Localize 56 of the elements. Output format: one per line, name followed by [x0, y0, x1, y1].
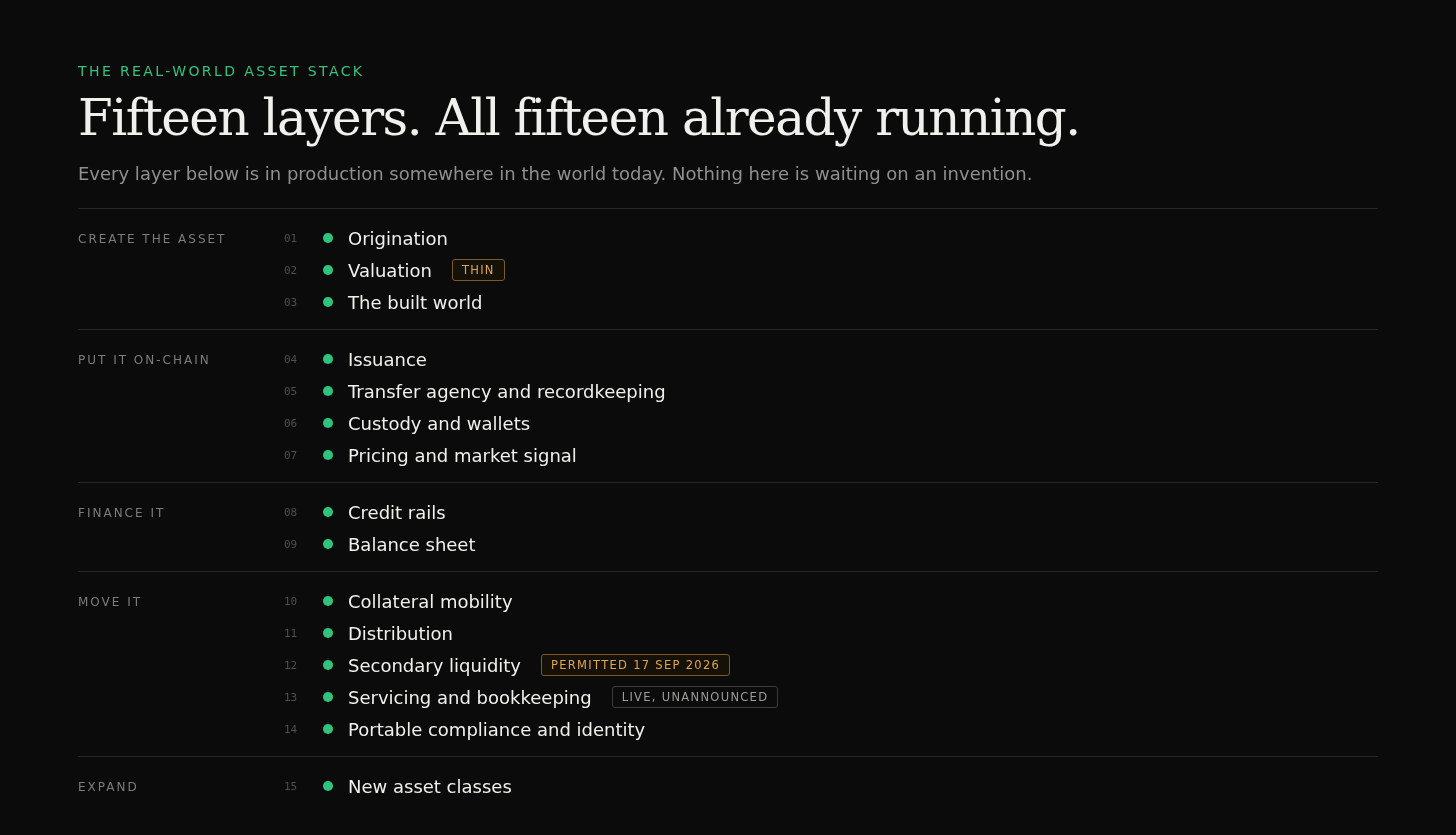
status-dot-icon: [323, 386, 333, 396]
group-label: EXPAND: [78, 779, 140, 796]
group-label: CREATE THE ASSET: [78, 231, 228, 248]
layer-number: 05: [284, 384, 299, 398]
layer-number: 07: [284, 448, 299, 462]
layer-name: Valuation: [348, 259, 432, 281]
status-dot-icon: [323, 297, 333, 307]
layer-number: 15: [284, 779, 299, 793]
layer-number: 06: [284, 416, 299, 430]
layer-number: 14: [284, 722, 299, 736]
layer-name: Credit rails: [348, 501, 446, 523]
status-dot-icon: [323, 233, 333, 243]
page-title: Fifteen layers. All fifteen already running.: [78, 88, 1081, 148]
layer-name: Distribution: [348, 622, 453, 644]
layer-number: 02: [284, 263, 299, 277]
status-dot-icon: [323, 418, 333, 428]
layer-number: 01: [284, 231, 299, 245]
layer-name: Transfer agency and recordkeeping: [348, 380, 666, 402]
layer-number: 10: [284, 594, 299, 608]
status-dot-icon: [323, 539, 333, 549]
layer-name: Secondary liquidity: [348, 654, 522, 676]
group-label: MOVE IT: [78, 594, 144, 611]
status-tag: PERMITTED 17 SEP 2026: [541, 654, 731, 676]
layer-number: 12: [284, 658, 299, 672]
status-dot-icon: [323, 724, 333, 734]
status-tag: LIVE, UNANNOUNCED: [611, 686, 779, 708]
layer-name: Servicing and bookkeeping: [348, 686, 592, 708]
layer-name: Pricing and market signal: [348, 444, 577, 466]
layer-name: The built world: [348, 291, 483, 313]
status-dot-icon: [323, 450, 333, 460]
status-dot-icon: [323, 660, 333, 670]
layer-name: New asset classes: [348, 775, 512, 797]
layer-name: Balance sheet: [348, 533, 476, 555]
status-dot-icon: [323, 507, 333, 517]
eyebrow-label: THE REAL-WORLD ASSET STACK: [78, 62, 366, 80]
layer-number: 08: [284, 505, 299, 519]
layer-name: Origination: [348, 227, 448, 249]
status-dot-icon: [323, 781, 333, 791]
status-dot-icon: [323, 628, 333, 638]
layer-name: Portable compliance and identity: [348, 718, 646, 740]
layer-name: Issuance: [348, 348, 427, 370]
layer-number: 13: [284, 690, 299, 704]
layer-number: 03: [284, 295, 299, 309]
layer-number: 11: [284, 626, 299, 640]
page-subtitle: Every layer below is in production somewhere in the world today. Nothing here is waiting on an invention.: [78, 162, 1034, 186]
layer-number: 04: [284, 352, 299, 366]
layer-number: 09: [284, 537, 299, 551]
status-tag: THIN: [451, 259, 505, 281]
group-label: PUT IT ON-CHAIN: [78, 352, 212, 369]
status-dot-icon: [323, 596, 333, 606]
layer-name: Collateral mobility: [348, 590, 513, 612]
status-dot-icon: [323, 354, 333, 364]
group-label: FINANCE IT: [78, 505, 167, 522]
status-dot-icon: [323, 265, 333, 275]
status-dot-icon: [323, 692, 333, 702]
layer-name: Custody and wallets: [348, 412, 531, 434]
